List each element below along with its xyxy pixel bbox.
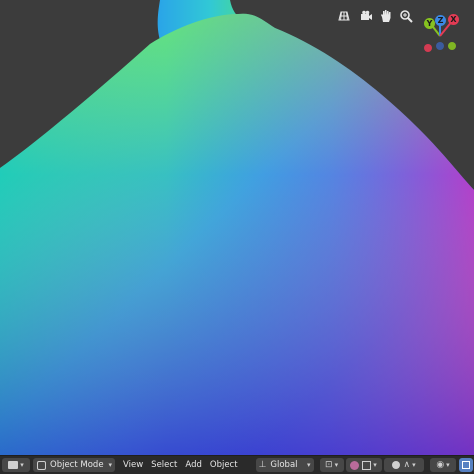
hand-icon[interactable] [377,7,395,25]
zoom-icon[interactable] [397,7,415,25]
chevron-down-icon: ▾ [412,461,416,469]
navigation-gizmo[interactable]: Y Z X [418,10,474,60]
viewport-editor-icon [8,461,19,469]
chevron-down-icon: ▾ [20,461,24,469]
chevron-down-icon: ▾ [307,461,311,469]
pivot-icon: ⊡ [325,460,333,470]
viewport-header: ▾ Object Mode ▾ View Select Add Object ⊥… [0,455,474,474]
gizmo-y-axis[interactable]: Y [424,18,435,29]
proportional-edit-toggle[interactable]: ∧ ▾ [383,458,424,472]
mode-label: Object Mode [50,460,104,470]
chevron-down-icon: ▾ [334,461,339,469]
editor-type-button[interactable]: ▾ [2,458,30,472]
3d-viewport[interactable]: Y Z X [0,0,474,474]
menu-object[interactable]: Object [206,458,242,472]
chevron-down-icon: ▾ [108,461,112,469]
gizmo-x-axis[interactable]: X [448,14,459,25]
falloff-icon: ∧ [403,460,411,470]
gizmo-z-axis[interactable]: Z [435,15,446,26]
transform-orientation-icon: ⊥ [258,460,267,470]
transform-orientation-dropdown[interactable]: ⊥ Global ▾ [255,458,314,472]
chevron-down-icon: ▾ [446,461,450,469]
xray-icon [462,461,470,469]
mode-dropdown[interactable]: Object Mode ▾ [33,458,115,472]
snap-icon [350,460,360,470]
menu-select[interactable]: Select [147,458,181,472]
shading-icon: ◉ [436,460,445,470]
xray-toggle[interactable] [459,458,473,472]
camera-icon[interactable] [357,7,375,25]
object-mode-icon [37,460,46,470]
overlays-dropdown[interactable]: ◉ ▾ [430,458,456,472]
grid-icon[interactable] [335,7,353,25]
pivot-point-dropdown[interactable]: ⊡ ▾ [319,458,344,472]
snap-toggle[interactable]: ▾ [345,458,382,472]
menu-view[interactable]: View [119,458,147,472]
chevron-down-icon: ▾ [373,461,377,469]
proportional-edit-icon [391,461,400,469]
snap-target-icon [362,460,372,470]
menu-add[interactable]: Add [181,458,205,472]
normal-shaded-mesh [0,0,474,474]
orientation-label: Global [270,460,298,470]
